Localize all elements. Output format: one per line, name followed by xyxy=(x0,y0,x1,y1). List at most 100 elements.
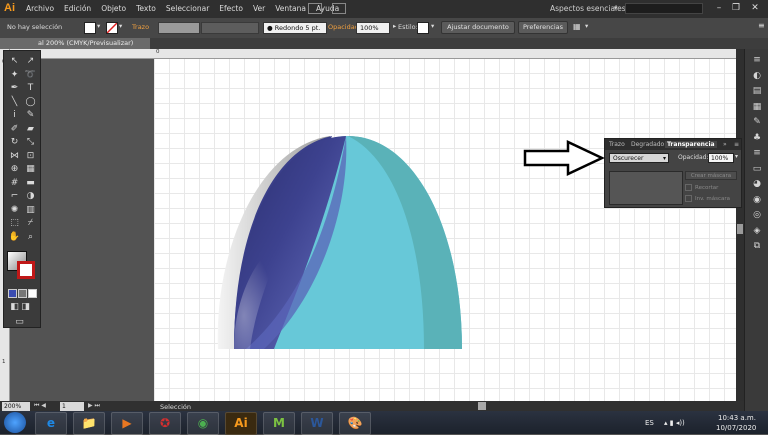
document-tab[interactable]: al 200% (CMYK/Previsualizar) xyxy=(0,38,150,49)
panel-menu-icon[interactable]: ≡ xyxy=(758,21,765,30)
ellipse-tool-icon[interactable]: ◯ xyxy=(24,96,37,109)
illustrator-icon[interactable]: Ai xyxy=(225,412,257,435)
appearance-icon[interactable]: ◉ xyxy=(751,195,763,205)
stroke-icon[interactable]: ≡ xyxy=(751,148,763,158)
paint-icon[interactable]: 🎨 xyxy=(339,412,371,435)
next-artboard-icon[interactable]: ▶ ⏭ xyxy=(88,402,100,410)
scroll-thumb[interactable] xyxy=(478,402,486,410)
draw-behind-icon[interactable]: ◨ xyxy=(19,301,32,314)
none-mode-button[interactable] xyxy=(28,289,37,298)
menu-item-5[interactable]: Efecto xyxy=(219,4,243,13)
pen-tool-icon[interactable]: ✒ xyxy=(8,82,21,95)
artboard-tool-icon[interactable]: ⬚ xyxy=(8,217,21,230)
symbols-icon[interactable]: ♣ xyxy=(751,133,763,143)
minimize-button[interactable]: – xyxy=(712,2,726,14)
gradient-mode-button[interactable] xyxy=(18,289,27,298)
artwork[interactable] xyxy=(154,58,744,402)
brush-select[interactable]: ● Redondo 5 pt. xyxy=(263,22,327,34)
clock-time[interactable]: 10:43 a.m. xyxy=(718,414,756,422)
artboard-number-field[interactable]: 1 xyxy=(60,402,84,411)
chevron-down-icon[interactable]: ▾ xyxy=(585,22,588,30)
type-tool-icon[interactable]: T xyxy=(24,82,37,95)
word-icon[interactable]: W xyxy=(301,412,333,435)
column-graph-tool-icon[interactable]: ▥ xyxy=(24,204,37,217)
screen-mode-icon[interactable]: ▭ xyxy=(13,316,26,329)
help-search-input[interactable] xyxy=(625,3,703,14)
opacity-field[interactable]: 100% xyxy=(356,22,390,34)
menu-item-1[interactable]: Edición xyxy=(64,4,91,13)
chevron-down-icon[interactable]: ▾ xyxy=(431,22,434,30)
chevron-right-icon[interactable]: ▸ xyxy=(393,22,396,30)
lasso-tool-icon[interactable]: ➰ xyxy=(24,69,37,82)
swatches-icon[interactable]: ▦ xyxy=(751,102,763,112)
menu-item-2[interactable]: Objeto xyxy=(101,4,126,13)
menu-item-0[interactable]: Archivo xyxy=(26,4,54,13)
preferences-button[interactable]: Preferencias xyxy=(518,21,568,34)
menu-item-4[interactable]: Seleccionar xyxy=(166,4,209,13)
magic-wand-tool-icon[interactable]: ✦ xyxy=(8,69,21,82)
explorer-icon[interactable]: 📁 xyxy=(73,412,105,435)
chevron-down-icon[interactable]: ▾ xyxy=(97,22,100,30)
clip-checkbox[interactable]: Recortar xyxy=(685,184,718,191)
shape-builder-tool-icon[interactable]: ⊕ xyxy=(8,163,21,176)
hand-tool-icon[interactable]: ✋ xyxy=(8,231,21,244)
color-mode-button[interactable] xyxy=(8,289,17,298)
scroll-thumb[interactable] xyxy=(737,224,743,234)
panel-menu-icon[interactable]: ≡ xyxy=(734,141,739,148)
make-mask-button[interactable]: Crear máscara xyxy=(685,171,737,180)
gradient-tool-icon[interactable]: ▬ xyxy=(24,177,37,190)
bridge-icon[interactable] xyxy=(308,3,322,14)
gradient-icon[interactable]: ▭ xyxy=(751,164,763,174)
invert-mask-checkbox[interactable]: Inv. máscara xyxy=(685,195,730,202)
brushes-icon[interactable]: ✎ xyxy=(751,117,763,127)
ie-icon[interactable]: e xyxy=(35,412,67,435)
stroke-color-swatch[interactable] xyxy=(17,261,35,279)
fill-swatch[interactable] xyxy=(84,22,96,34)
eyedropper-tool-icon[interactable]: ⌐ xyxy=(8,190,21,203)
movistar-icon[interactable]: M xyxy=(263,412,295,435)
collapse-icon[interactable]: » xyxy=(723,141,727,148)
language-indicator[interactable]: ES xyxy=(645,419,654,427)
tab-transparency[interactable]: Transparencia xyxy=(665,141,717,148)
stroke-label[interactable]: Trazo xyxy=(132,23,149,31)
menu-item-7[interactable]: Ventana xyxy=(275,4,306,13)
arrange-documents-icon[interactable] xyxy=(332,3,346,14)
variable-width-select[interactable] xyxy=(201,22,259,34)
start-button[interactable] xyxy=(4,412,26,433)
artboards-icon[interactable]: ⧉ xyxy=(751,241,763,251)
blob-brush-tool-icon[interactable]: ✐ xyxy=(8,123,21,136)
close-button[interactable]: ✕ xyxy=(748,2,762,14)
width-tool-icon[interactable]: ⋈ xyxy=(8,150,21,163)
layers-icon[interactable]: ◈ xyxy=(751,226,763,236)
zoom-tool-icon[interactable]: ⌕ xyxy=(24,231,37,244)
mesh-tool-icon[interactable]: # xyxy=(8,177,21,190)
opacity-field[interactable]: 100% xyxy=(708,153,734,163)
menu-item-6[interactable]: Ver xyxy=(253,4,265,13)
free-transform-tool-icon[interactable]: ⊡ xyxy=(24,150,37,163)
color-guide-icon[interactable]: ▤ xyxy=(751,86,763,96)
media-player-icon[interactable]: ▶ xyxy=(111,412,143,435)
menu-item-3[interactable]: Texto xyxy=(136,4,156,13)
symbol-sprayer-tool-icon[interactable]: ✺ xyxy=(8,204,21,217)
artboard[interactable] xyxy=(154,58,744,402)
slice-tool-icon[interactable]: ⌿ xyxy=(24,217,37,230)
stroke-swatch[interactable] xyxy=(106,22,118,34)
brush-tool-icon[interactable]: ⅰ xyxy=(8,109,21,122)
adjust-document-button[interactable]: Ajustar documento xyxy=(441,21,515,34)
zoom-select[interactable]: 200% xyxy=(2,402,30,411)
line-tool-icon[interactable]: ╲ xyxy=(8,96,21,109)
chevron-down-icon[interactable]: ▾ xyxy=(119,22,122,30)
perspective-grid-tool-icon[interactable]: ▦ xyxy=(24,163,37,176)
rotate-tool-icon[interactable]: ↻ xyxy=(8,136,21,149)
chevron-down-icon[interactable]: ▾ xyxy=(614,4,618,12)
antivirus-icon[interactable]: ✪ xyxy=(149,412,181,435)
selection-tool-icon[interactable]: ↖ xyxy=(8,55,21,68)
transparency-icon[interactable]: ◕ xyxy=(751,179,763,189)
clock-date[interactable]: 10/07/2020 xyxy=(716,424,756,432)
scale-tool-icon[interactable]: ⤡ xyxy=(24,136,37,149)
direct-selection-tool-icon[interactable]: ↗ xyxy=(24,55,37,68)
eraser-tool-icon[interactable]: ▰ xyxy=(24,123,37,136)
blend-tool-icon[interactable]: ◑ xyxy=(24,190,37,203)
prev-artboard-icon[interactable]: ⏮ ◀ xyxy=(34,402,46,410)
chrome-icon[interactable]: ◉ xyxy=(187,412,219,435)
